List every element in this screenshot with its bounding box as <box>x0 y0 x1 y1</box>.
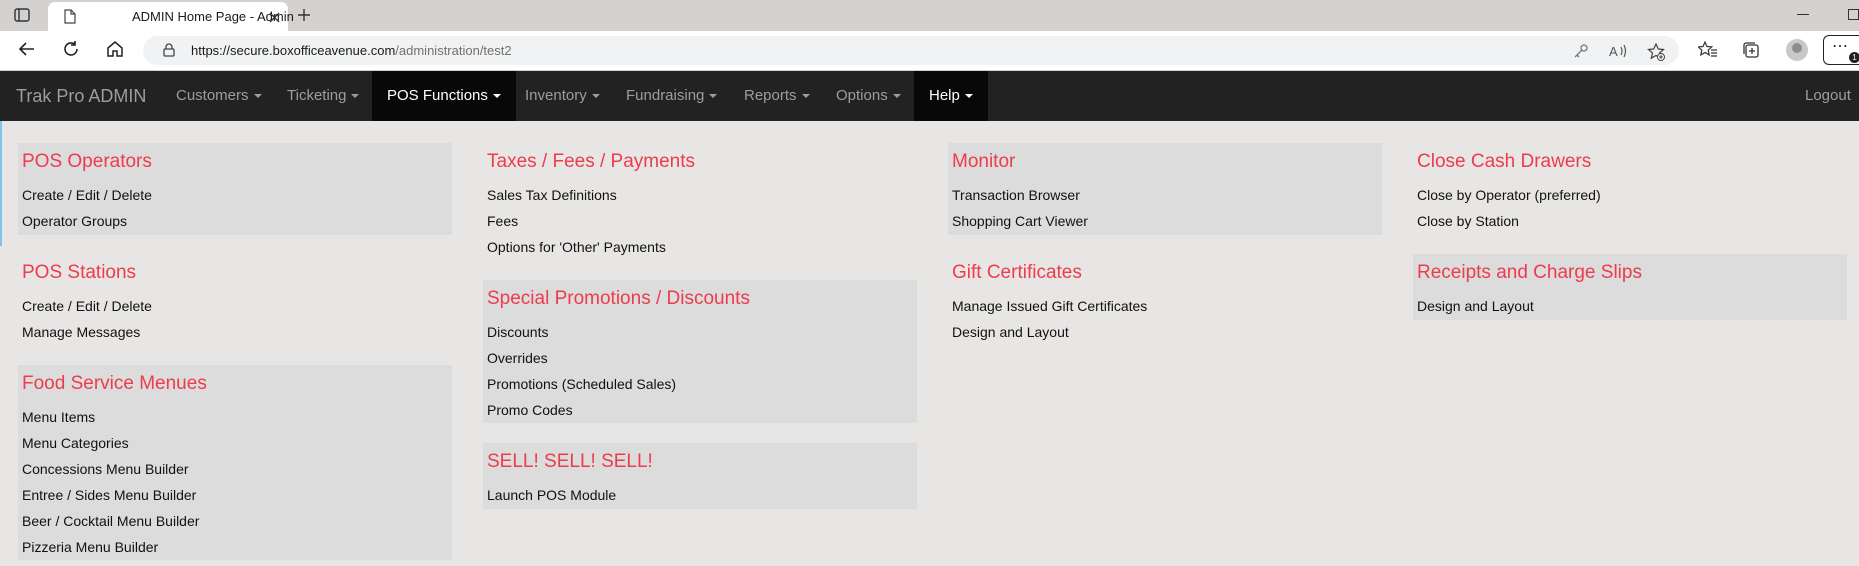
link-shopping-cart-viewer[interactable]: Shopping Cart Viewer <box>952 213 1088 229</box>
link-manage-gift-certificates[interactable]: Manage Issued Gift Certificates <box>952 298 1147 314</box>
nav-label: Options <box>836 87 888 104</box>
link-operator-groups[interactable]: Operator Groups <box>22 213 127 229</box>
link-launch-pos-module[interactable]: Launch POS Module <box>487 487 616 503</box>
link-menu-categories[interactable]: Menu Categories <box>22 435 129 451</box>
panel-pos-stations: POS Stations Create / Edit / Delete Mana… <box>18 254 452 346</box>
key-icon[interactable] <box>1573 43 1589 64</box>
link-other-payments-options[interactable]: Options for 'Other' Payments <box>487 239 666 255</box>
favorites-icon[interactable] <box>1696 40 1718 64</box>
link-overrides[interactable]: Overrides <box>487 350 548 366</box>
panel-receipts-charge-slips: Receipts and Charge Slips Design and Lay… <box>1413 254 1847 320</box>
caret-down-icon <box>591 94 600 99</box>
panel-monitor: Monitor Transaction Browser Shopping Car… <box>948 143 1382 235</box>
nav-inventory[interactable]: Inventory <box>512 71 613 121</box>
panel-title: Receipts and Charge Slips <box>1417 262 1642 283</box>
scroll-indicator <box>0 121 2 246</box>
nav-label: Fundraising <box>626 87 705 104</box>
caret-down-icon <box>492 94 501 99</box>
nav-label: POS Functions <box>387 87 488 104</box>
brand-title[interactable]: Trak Pro ADMIN <box>16 86 146 107</box>
lock-icon[interactable] <box>163 43 175 62</box>
link-discounts[interactable]: Discounts <box>487 324 548 340</box>
link-receipts-design-layout[interactable]: Design and Layout <box>1417 298 1534 314</box>
panel-special-promotions: Special Promotions / Discounts Discounts… <box>483 280 917 423</box>
address-bar[interactable]: https://secure.boxofficeavenue.com/admin… <box>143 36 1679 65</box>
caret-down-icon <box>892 94 901 99</box>
nav-label: Reports <box>744 87 797 104</box>
link-sales-tax-definitions[interactable]: Sales Tax Definitions <box>487 187 617 203</box>
link-menu-items[interactable]: Menu Items <box>22 409 95 425</box>
panel-food-service-menues: Food Service Menues Menu Items Menu Cate… <box>18 365 452 560</box>
link-concessions-menu-builder[interactable]: Concessions Menu Builder <box>22 461 189 477</box>
logout-link[interactable]: Logout <box>1805 71 1851 121</box>
link-create-edit-delete-operators[interactable]: Create / Edit / Delete <box>22 187 152 203</box>
notification-badge: 1 <box>1849 52 1859 63</box>
panel-title: Monitor <box>952 151 1016 172</box>
new-tab-icon[interactable] <box>296 7 312 28</box>
link-close-by-operator[interactable]: Close by Operator (preferred) <box>1417 187 1601 203</box>
restore-icon[interactable] <box>1848 9 1859 20</box>
link-promo-codes[interactable]: Promo Codes <box>487 402 573 418</box>
svg-text:A: A <box>1609 44 1618 59</box>
link-manage-messages[interactable]: Manage Messages <box>22 324 140 340</box>
panel-gift-certificates: Gift Certificates Manage Issued Gift Cer… <box>948 254 1382 346</box>
browser-tab-bar: ADMIN Home Page - Admin <box>0 0 1859 31</box>
url-path: /administration/test2 <box>395 43 512 58</box>
home-icon[interactable] <box>106 40 124 63</box>
panel-title: Special Promotions / Discounts <box>487 288 750 309</box>
nav-label: Ticketing <box>287 87 347 104</box>
browser-toolbar: https://secure.boxofficeavenue.com/admin… <box>0 31 1859 71</box>
link-create-edit-delete-stations[interactable]: Create / Edit / Delete <box>22 298 152 314</box>
main-navbar: Trak Pro ADMIN Customers Ticketing POS F… <box>0 71 1859 121</box>
panel-title: POS Stations <box>22 262 137 283</box>
link-close-by-station[interactable]: Close by Station <box>1417 213 1519 229</box>
back-icon[interactable] <box>18 40 36 63</box>
link-promotions-scheduled-sales[interactable]: Promotions (Scheduled Sales) <box>487 376 676 392</box>
panel-title: SELL! SELL! SELL! <box>487 451 653 472</box>
panel-pos-operators: POS Operators Create / Edit / Delete Ope… <box>18 143 452 235</box>
panel-title: Taxes / Fees / Payments <box>487 151 696 172</box>
nav-label: Inventory <box>525 87 587 104</box>
tab-actions-icon[interactable] <box>12 7 32 23</box>
panel-title: Close Cash Drawers <box>1417 151 1592 172</box>
link-pizzeria-menu-builder[interactable]: Pizzeria Menu Builder <box>22 539 158 555</box>
caret-down-icon <box>253 94 262 99</box>
link-transaction-browser[interactable]: Transaction Browser <box>952 187 1080 203</box>
caret-down-icon <box>964 94 973 99</box>
profile-avatar[interactable] <box>1786 39 1808 61</box>
panel-taxes-fees-payments: Taxes / Fees / Payments Sales Tax Defini… <box>483 143 917 261</box>
nav-pos-functions[interactable]: POS Functions <box>372 71 516 121</box>
panel-title: Gift Certificates <box>952 262 1082 283</box>
link-entree-sides-menu-builder[interactable]: Entree / Sides Menu Builder <box>22 487 196 503</box>
refresh-icon[interactable] <box>62 40 80 63</box>
link-gift-design-layout[interactable]: Design and Layout <box>952 324 1069 340</box>
panel-title: Food Service Menues <box>22 373 207 394</box>
minimize-icon[interactable] <box>1797 14 1809 15</box>
url-text[interactable]: https://secure.boxofficeavenue.com/admin… <box>191 43 512 58</box>
caret-down-icon <box>351 94 360 99</box>
link-fees[interactable]: Fees <box>487 213 518 229</box>
nav-help[interactable]: Help <box>914 71 988 121</box>
caret-down-icon <box>801 94 810 99</box>
page-icon <box>64 9 76 29</box>
nav-label: Customers <box>176 87 249 104</box>
caret-down-icon <box>709 94 718 99</box>
url-host: https://secure.boxofficeavenue.com <box>191 43 396 58</box>
nav-reports[interactable]: Reports <box>731 71 823 121</box>
nav-ticketing[interactable]: Ticketing <box>274 71 372 121</box>
browser-tab[interactable]: ADMIN Home Page - Admin <box>48 2 294 31</box>
panel-close-cash-drawers: Close Cash Drawers Close by Operator (pr… <box>1413 143 1847 235</box>
close-tab-icon[interactable] <box>269 10 280 28</box>
collections-icon[interactable] <box>1742 41 1760 64</box>
panel-sell-sell-sell: SELL! SELL! SELL! Launch POS Module <box>483 443 917 509</box>
link-beer-cocktail-menu-builder[interactable]: Beer / Cocktail Menu Builder <box>22 513 199 529</box>
panel-title: POS Operators <box>22 151 152 172</box>
add-favorite-icon[interactable] <box>1647 42 1665 66</box>
nav-label: Help <box>929 87 960 104</box>
nav-fundraising[interactable]: Fundraising <box>613 71 730 121</box>
nav-options[interactable]: Options <box>823 71 914 121</box>
nav-customers[interactable]: Customers <box>163 71 275 121</box>
read-aloud-icon[interactable]: A <box>1609 43 1627 64</box>
